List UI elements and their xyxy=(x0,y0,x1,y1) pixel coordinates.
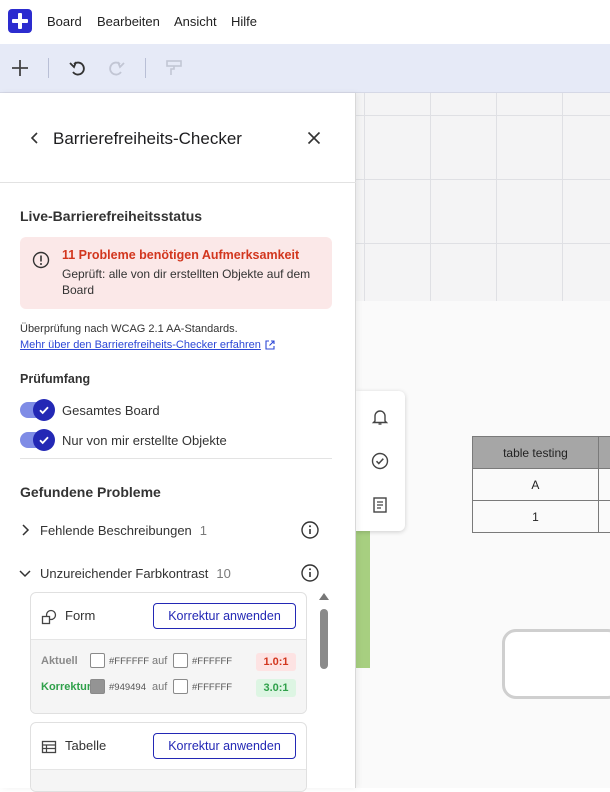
toggle-switch[interactable] xyxy=(20,429,55,451)
check-icon xyxy=(33,429,55,451)
category-count: 1 xyxy=(199,522,208,538)
info-icon[interactable] xyxy=(300,520,320,545)
current-label: Aktuell xyxy=(41,655,78,667)
scroll-up-arrow-icon[interactable] xyxy=(319,593,329,600)
table-cell xyxy=(597,468,610,501)
hex-value: #949494 xyxy=(109,682,146,693)
rounded-rectangle-shape[interactable] xyxy=(502,629,610,699)
shape-icon xyxy=(41,609,57,630)
panel-header: Barrierefreiheits-Checker xyxy=(0,93,356,183)
current-ratio-badge: 1.0:1 xyxy=(256,653,296,671)
learn-more-link[interactable]: Mehr über den Barrierefreiheits-Checker … xyxy=(20,339,275,351)
frame-grid xyxy=(356,93,610,301)
scope-toggle-own-objects[interactable]: Nur von mir erstellte Objekte xyxy=(20,429,227,451)
card-title: Tabelle xyxy=(65,738,107,753)
alert-title: 11 Probleme benötigen Aufmerksamkeit xyxy=(62,248,300,262)
scope-toggle-board[interactable]: Gesamtes Board xyxy=(20,399,160,421)
notes-icon[interactable] xyxy=(368,493,392,517)
menu-board[interactable]: Board xyxy=(47,14,82,29)
apply-fix-button[interactable]: Korrektur anwenden xyxy=(153,733,296,759)
green-shape[interactable] xyxy=(356,530,370,668)
app-logo-icon[interactable] xyxy=(8,9,32,33)
canvas-area xyxy=(356,301,610,788)
toolbar-divider xyxy=(145,58,146,78)
scrollbar[interactable] xyxy=(318,593,330,788)
auf-text: auf xyxy=(152,655,168,667)
scope-title: Prüfumfang xyxy=(20,372,91,386)
table-cell xyxy=(597,500,610,533)
hex-value: #FFFFFF xyxy=(192,656,233,667)
check-icon xyxy=(33,399,55,421)
info-icon[interactable] xyxy=(300,563,320,588)
toggle-switch[interactable] xyxy=(20,399,55,421)
problems-title: Gefundene Probleme xyxy=(20,484,161,500)
issue-card-shape: Form Korrektur anwenden Aktuell #FFFFFF … xyxy=(30,592,307,714)
toolbar xyxy=(0,44,610,93)
contrast-details: Aktuell #FFFFFF auf #FFFFFF 1.0:1 Korrek… xyxy=(31,639,306,713)
table-cell: A xyxy=(472,468,599,501)
menu-bearbeiten[interactable]: Bearbeiten xyxy=(97,14,160,29)
category-count: 10 xyxy=(216,565,231,581)
menu-bar: Board Bearbeiten Ansicht Hilfe xyxy=(0,0,610,44)
menu-ansicht[interactable]: Ansicht xyxy=(174,14,217,29)
contrast-details xyxy=(31,769,306,791)
apply-fix-button[interactable]: Korrektur anwenden xyxy=(153,603,296,629)
close-icon[interactable] xyxy=(303,127,325,149)
category-label: Unzureichender Farbkontrast xyxy=(40,565,209,581)
warning-icon xyxy=(32,251,50,274)
plus-icon[interactable] xyxy=(8,56,32,80)
color-swatch xyxy=(90,653,105,668)
back-chevron-icon[interactable] xyxy=(24,127,46,149)
card-title: Form xyxy=(65,608,96,623)
category-color-contrast[interactable]: Unzureichender Farbkontrast 10 xyxy=(18,563,332,583)
card-header: Tabelle Korrektur anwenden xyxy=(31,723,306,769)
format-painter-icon[interactable] xyxy=(162,56,186,80)
category-missing-descriptions[interactable]: Fehlende Beschreibungen 1 xyxy=(18,520,332,540)
color-swatch xyxy=(90,679,105,694)
check-circle-icon[interactable] xyxy=(368,449,392,473)
chevron-down-icon xyxy=(19,570,31,578)
status-title: Live-Barrierefreiheitsstatus xyxy=(20,208,203,224)
accessibility-panel: Barrierefreiheits-Checker Live-Barrieref… xyxy=(0,93,356,792)
hex-value: #FFFFFF xyxy=(109,656,150,667)
issues-alert: 11 Probleme benötigen Aufmerksamkeit Gep… xyxy=(20,237,332,309)
learn-more-link-text[interactable]: Mehr über den Barrierefreiheits-Checker … xyxy=(20,339,261,351)
alert-body: Geprüft: alle von dir erstellten Objekte… xyxy=(62,267,311,297)
board-table[interactable]: table testing A 1 xyxy=(472,436,610,533)
table-header-cell xyxy=(597,436,610,469)
panel-title: Barrierefreiheits-Checker xyxy=(53,129,242,148)
fix-label: Korrektur xyxy=(41,681,92,693)
scrollbar-thumb[interactable] xyxy=(320,609,328,669)
fix-ratio-badge: 3.0:1 xyxy=(256,679,296,697)
table-cell: 1 xyxy=(472,500,599,533)
color-swatch xyxy=(173,653,188,668)
table-header-cell: table testing xyxy=(472,436,599,469)
external-link-icon xyxy=(265,340,275,350)
redo-icon[interactable] xyxy=(104,56,128,80)
hex-value: #FFFFFF xyxy=(192,682,233,693)
chevron-right-icon xyxy=(22,524,30,536)
side-tools xyxy=(356,391,405,531)
color-swatch xyxy=(173,679,188,694)
table-icon xyxy=(41,739,57,760)
issue-card-table: Tabelle Korrektur anwenden xyxy=(30,722,307,792)
menu-hilfe[interactable]: Hilfe xyxy=(231,14,257,29)
bell-icon[interactable] xyxy=(368,405,392,429)
category-label: Fehlende Beschreibungen xyxy=(40,522,192,538)
toggle-label: Gesamtes Board xyxy=(62,402,160,418)
toggle-label: Nur von mir erstellte Objekte xyxy=(62,432,227,448)
undo-icon[interactable] xyxy=(66,56,90,80)
card-header: Form Korrektur anwenden xyxy=(31,593,306,639)
divider xyxy=(20,458,332,459)
wcag-text: Überprüfung nach WCAG 2.1 AA-Standards. xyxy=(20,323,238,335)
auf-text: auf xyxy=(152,681,168,693)
toolbar-divider xyxy=(48,58,49,78)
